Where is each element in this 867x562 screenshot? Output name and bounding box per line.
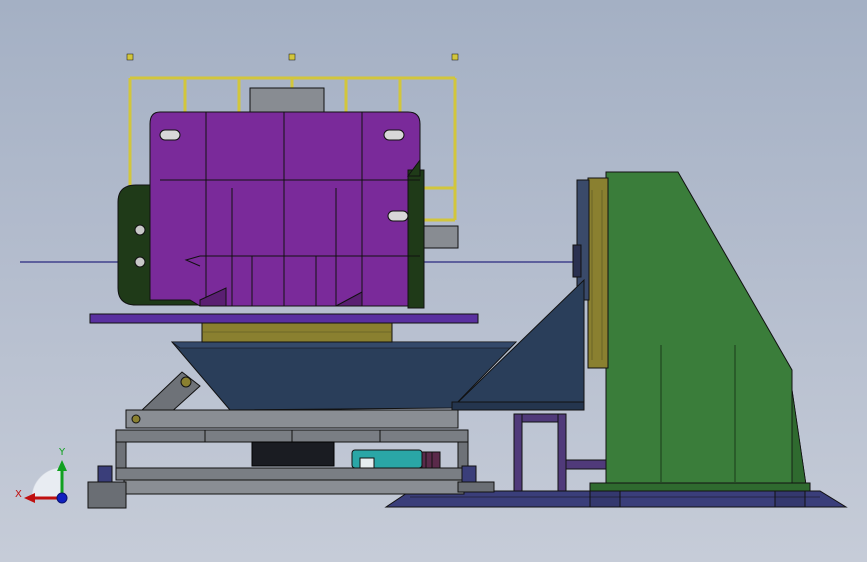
y-axis-label: Y xyxy=(58,447,66,458)
motor[interactable] xyxy=(251,441,441,469)
support-stand[interactable] xyxy=(513,413,611,492)
headstock[interactable] xyxy=(589,171,811,492)
axis-triad xyxy=(24,460,68,504)
railing-post-caps xyxy=(126,53,459,61)
side-block[interactable] xyxy=(423,225,459,249)
top-lifting-block[interactable] xyxy=(249,87,325,113)
x-axis-label: X xyxy=(15,489,22,500)
workpiece-body[interactable] xyxy=(149,111,425,309)
cad-viewport[interactable]: Y X xyxy=(0,0,867,562)
assembly-drawing: Y X xyxy=(15,53,848,509)
turntable-adapter[interactable] xyxy=(201,321,393,343)
z-axis-dot xyxy=(56,492,68,504)
mounting-plate[interactable] xyxy=(89,313,479,324)
